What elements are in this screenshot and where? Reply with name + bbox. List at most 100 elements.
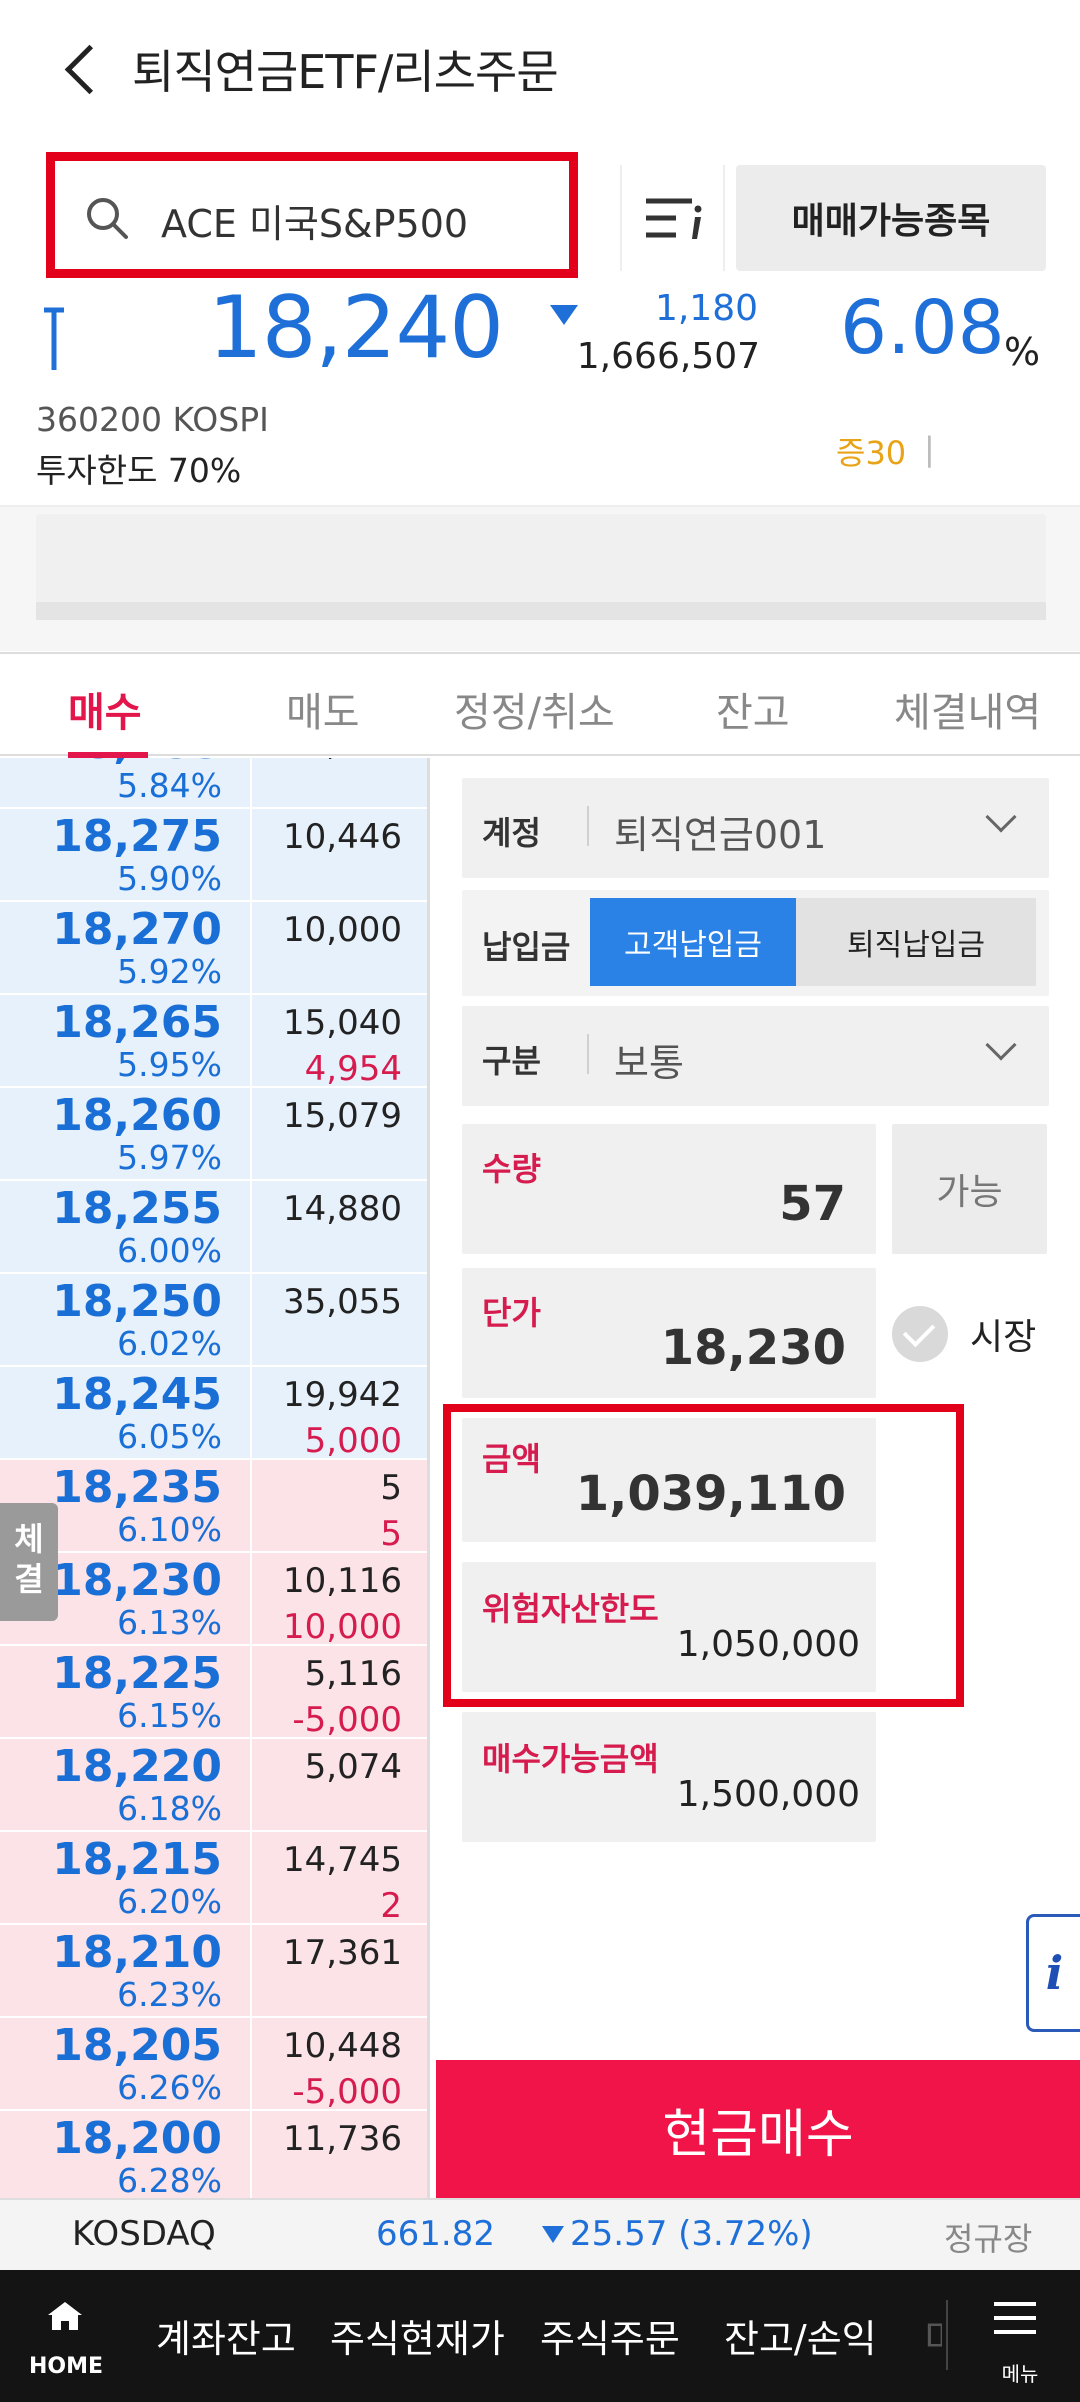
price-percent: 5.95% bbox=[117, 1045, 222, 1084]
nav-account-balance[interactable]: 계좌잔고 bbox=[156, 2308, 296, 2363]
unit-price-value: 18,230 bbox=[660, 1320, 846, 1376]
price-percent: 5.84% bbox=[117, 766, 222, 805]
bid-row[interactable]: 18,235 6.10% 5 5 bbox=[0, 1460, 427, 1554]
bid-row[interactable]: 18,220 6.18% 5,074 bbox=[0, 1739, 427, 1832]
bid-row[interactable]: 18,230 6.13% 10,116 10,000 bbox=[0, 1553, 427, 1647]
remaining-quantity: 5 bbox=[380, 1468, 402, 1508]
ask-row[interactable]: 18,270 5.92% 10,000 bbox=[0, 902, 427, 995]
tab-executions[interactable]: 체결내역 bbox=[894, 680, 1041, 738]
executions-side-tab-label: 체결 bbox=[14, 1520, 44, 1598]
field-divider bbox=[587, 806, 589, 846]
chevron-down-icon bbox=[985, 1029, 1017, 1061]
price-cell: 18,200 6.28% bbox=[0, 2111, 252, 2198]
ask-row[interactable]: 18,250 6.02% 35,055 bbox=[0, 1274, 427, 1367]
order-type-value: 보통 bbox=[614, 1041, 684, 1085]
tradable-items-button[interactable]: 매매가능종목 bbox=[736, 165, 1046, 271]
price-percent: 6.10% bbox=[117, 1510, 222, 1549]
order-type-label: 구분 bbox=[482, 1042, 541, 1080]
unit-price-input[interactable]: 단가 18,230 bbox=[462, 1268, 876, 1398]
executions-side-tab[interactable]: 체결 bbox=[0, 1503, 58, 1621]
tab-buy[interactable]: 매수 bbox=[68, 680, 142, 738]
tab-balance[interactable]: 잔고 bbox=[716, 680, 790, 738]
price-percent: 5.97% bbox=[117, 1138, 222, 1177]
home-icon bbox=[48, 2302, 82, 2330]
quantity-value: 57 bbox=[779, 1176, 846, 1232]
price-cell: 18,275 5.90% bbox=[0, 809, 252, 900]
order-price: 18,225 bbox=[52, 1648, 222, 1699]
ask-row[interactable]: 18,255 6.00% 14,880 bbox=[0, 1181, 427, 1274]
index-ticker[interactable]: KOSDAQ 661.82 25.57 (3.72%) 정규장 bbox=[0, 2198, 1080, 2270]
market-session-status: 정규장 bbox=[944, 2220, 1033, 2258]
remaining-quantity: 5,116 bbox=[304, 1654, 402, 1694]
price-cell: 18,220 6.18% bbox=[0, 1739, 252, 1830]
percent-sign: % bbox=[1004, 330, 1041, 374]
nav-stock-price[interactable]: 주식현재가 bbox=[330, 2308, 505, 2363]
quantity-change: 10,000 bbox=[283, 1607, 402, 1647]
cash-buy-button[interactable]: 현금매수 bbox=[436, 2060, 1080, 2198]
remaining-quantity: 10,000 bbox=[283, 910, 402, 950]
ask-row[interactable]: 18,260 5.97% 15,079 bbox=[0, 1088, 427, 1181]
order-tabs: 매수 매도 정정/취소 잔고 체결내역 bbox=[0, 652, 1080, 758]
stock-code-market: 360200 KOSPI bbox=[36, 400, 269, 439]
hamburger-menu-icon bbox=[994, 2302, 1036, 2334]
remaining-quantity: 10,446 bbox=[283, 817, 402, 857]
nav-balance-pnl[interactable]: 잔고/손익 bbox=[724, 2308, 877, 2363]
quantity-input[interactable]: 수량 57 bbox=[462, 1124, 876, 1254]
buyable-amount: 매수가능금액 1,500,000 bbox=[462, 1712, 876, 1842]
upper-limit-marker-icon bbox=[44, 307, 64, 370]
page-title: 퇴직연금ETF/리츠주문 bbox=[132, 45, 559, 99]
price-percent: 6.23% bbox=[117, 1975, 222, 2014]
nav-stock-order[interactable]: 주식주문 bbox=[540, 2308, 680, 2363]
bid-row[interactable]: 18,225 6.15% 5,116 -5,000 bbox=[0, 1646, 427, 1740]
deposit-option-customer[interactable]: 고객납입금 bbox=[590, 898, 796, 986]
price-percent: 6.28% bbox=[117, 2161, 222, 2198]
price-percent: 5.90% bbox=[117, 859, 222, 898]
order-price: 18,200 bbox=[52, 2113, 222, 2164]
deposit-option-retirement[interactable]: 퇴직납입금 bbox=[796, 898, 1036, 986]
tab-modify-cancel[interactable]: 정정/취소 bbox=[454, 680, 615, 738]
back-button[interactable] bbox=[56, 36, 116, 106]
chevron-down-icon bbox=[985, 801, 1017, 833]
index-down-icon bbox=[542, 2226, 564, 2243]
bid-row[interactable]: 18,215 6.20% 14,745 2 bbox=[0, 1832, 427, 1926]
price-cell: 18,260 5.97% bbox=[0, 1088, 252, 1179]
order-type-select[interactable]: 구분 보통 bbox=[462, 1006, 1049, 1106]
stock-list-filter-button[interactable] bbox=[620, 165, 725, 271]
search-icon bbox=[87, 198, 128, 239]
deposit-type-segment: 납입금 고객납입금 퇴직납입금 bbox=[462, 890, 1049, 996]
bid-row[interactable]: 18,210 6.23% 17,361 bbox=[0, 1925, 427, 2018]
bid-row[interactable]: 18,200 6.28% 11,736 bbox=[0, 2111, 427, 2198]
list-filter-icon bbox=[646, 198, 702, 239]
market-order-checkbox[interactable] bbox=[892, 1306, 948, 1362]
price-percent: 6.00% bbox=[117, 1231, 222, 1270]
price-cell: 18,205 6.26% bbox=[0, 2018, 252, 2109]
ask-row[interactable]: 18,265 5.95% 15,040 4,954 bbox=[0, 995, 427, 1089]
order-price: 18,260 bbox=[52, 1090, 222, 1141]
nav-more-truncated[interactable]: 미 bbox=[924, 2308, 942, 2363]
stock-search-input[interactable]: ACE 미국S&P500 bbox=[46, 152, 578, 278]
trade-volume: 1,666,507 bbox=[576, 336, 760, 377]
order-price: 18,210 bbox=[52, 1927, 222, 1978]
menu-button[interactable]: 메뉴 bbox=[960, 2270, 1080, 2402]
ask-row[interactable]: 18,2855.84% 3,181 bbox=[0, 758, 427, 809]
available-quantity-button[interactable]: 가능 bbox=[892, 1124, 1047, 1254]
info-icon[interactable]: i bbox=[1026, 1914, 1080, 2032]
quantity-change: 5,000 bbox=[304, 1421, 402, 1461]
home-button[interactable]: HOME bbox=[0, 2270, 132, 2402]
ask-row[interactable]: 18,275 5.90% 10,446 bbox=[0, 809, 427, 902]
remaining-quantity: 17,361 bbox=[283, 1933, 402, 1973]
bid-row[interactable]: 18,205 6.26% 10,448 -5,000 bbox=[0, 2018, 427, 2112]
remaining-quantity: 10,116 bbox=[283, 1561, 402, 1601]
price-percent: 6.15% bbox=[117, 1696, 222, 1735]
ask-row[interactable]: 18,245 6.05% 19,942 5,000 bbox=[0, 1367, 427, 1461]
change-down-icon bbox=[550, 305, 578, 325]
banner-divider bbox=[36, 602, 1046, 620]
badge-separator: | bbox=[924, 430, 935, 468]
remaining-quantity: 14,745 bbox=[283, 1840, 402, 1880]
price-change: 1,180 bbox=[654, 288, 758, 329]
tab-sell[interactable]: 매도 bbox=[286, 680, 360, 738]
account-select[interactable]: 계정 퇴직연금001 bbox=[462, 778, 1049, 878]
order-price: 18,215 bbox=[52, 1834, 222, 1885]
order-book: 18,2855.84%3,18118,2755.90% 10,446 18,2705… bbox=[0, 758, 430, 2198]
index-name: KOSDAQ bbox=[72, 2214, 216, 2254]
